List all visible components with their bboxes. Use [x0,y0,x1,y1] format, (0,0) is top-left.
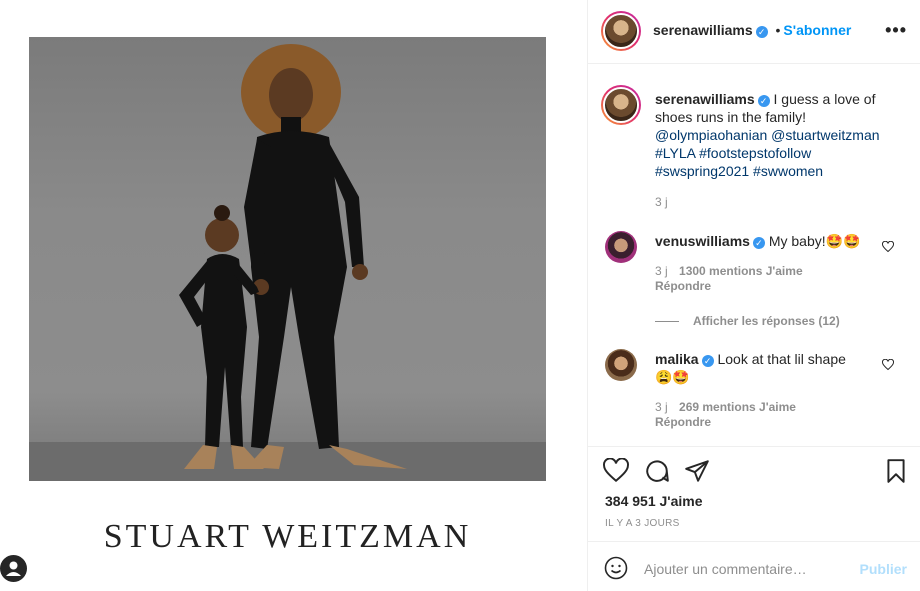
comment-meta: 3 j 1300 mentions J'aime Répondre [655,264,803,294]
post-caption: serenawilliams ✓ I guess a love of shoes … [655,90,905,180]
avatar-image [603,13,639,49]
save-bookmark-icon[interactable] [883,458,909,484]
like-comment-heart-icon[interactable] [882,241,894,253]
emoji-smiley-icon[interactable] [604,556,628,580]
posted-time[interactable]: IL Y A 3 JOURS [605,518,680,529]
caption-time[interactable]: 3 j [655,195,668,210]
publish-button[interactable]: Publier [860,561,907,577]
comment-malika: malika ✓ Look at that lil shape 😩🤩 [655,350,885,386]
author-avatar[interactable] [601,11,641,51]
more-options-icon[interactable]: ••• [885,20,907,41]
caption-author-avatar[interactable] [601,85,641,125]
follow-button[interactable]: S'abonner [783,22,851,38]
reply-button[interactable]: Répondre [655,279,711,293]
comment-text: My baby!🤩🤩 [768,233,861,249]
avatar-image [603,87,639,123]
header-user-line: serenawilliams ✓ • S'abonner [653,22,851,38]
commenter-avatar[interactable] [605,231,637,263]
comment-username[interactable]: venuswilliams [655,233,750,249]
comment-username[interactable]: malika [655,351,699,367]
post-actions: 384 951 J'aime IL Y A 3 JOURS [588,446,920,541]
comment-likes[interactable]: 1300 mentions J'aime [679,264,803,278]
share-direct-icon[interactable] [684,458,710,484]
commenter-avatar[interactable] [605,349,637,381]
add-comment-bar: Ajouter un commentaire… Publier [588,541,920,591]
verified-badge-icon: ✓ [701,355,714,367]
photo-illustration [29,44,546,481]
post-sidebar: serenawilliams ✓ • S'abonner ••• serenawil… [587,0,920,591]
comment-emoji: 😩🤩 [655,369,690,385]
comment-meta: 3 j 269 mentions J'aime Répondre [655,400,796,430]
comments-scroll-area[interactable]: serenawilliams ✓ I guess a love of shoes … [588,65,920,445]
post-media[interactable]: STUART WEITZMAN [0,0,587,591]
brand-logo-text: STUART WEITZMAN [103,518,472,555]
hashtags-line-2[interactable]: #swspring2021 #swwomen [655,163,823,179]
comment-venuswilliams: venuswilliams ✓ My baby!🤩🤩 [655,232,885,250]
comment-likes[interactable]: 269 mentions J'aime [679,400,796,414]
verified-badge-icon: ✓ [757,95,770,107]
hashtags-line-1[interactable]: #LYLA #footstepstofollow [655,145,811,161]
user-tag-button[interactable] [0,555,27,582]
verified-badge-icon: ✓ [752,237,765,249]
person-icon [6,561,21,576]
post-photo[interactable] [29,37,546,481]
post-header: serenawilliams ✓ • S'abonner ••• [588,0,920,64]
verified-badge-icon: ✓ [755,26,768,38]
comment-text: Look at that lil shape [717,351,846,367]
author-username[interactable]: serenawilliams [653,22,753,38]
mention-olympiaohanian[interactable]: @olympiaohanian [655,127,767,143]
view-replies-button[interactable]: Afficher les réponses (12) [655,314,840,328]
view-replies-label: Afficher les réponses (12) [693,314,840,328]
mention-stuartweitzman[interactable]: @stuartweitzman [771,127,879,143]
comment-time[interactable]: 3 j [655,400,668,414]
like-heart-icon[interactable] [603,458,629,484]
comment-time[interactable]: 3 j [655,264,668,278]
likes-count[interactable]: 384 951 J'aime [605,493,703,509]
reply-button[interactable]: Répondre [655,415,711,429]
caption-username[interactable]: serenawilliams [655,91,755,107]
comment-bubble-icon[interactable] [644,458,670,484]
like-comment-heart-icon[interactable] [882,359,894,371]
header-separator: • [775,22,781,38]
replies-dash [655,321,679,323]
comment-input[interactable]: Ajouter un commentaire… [644,561,807,577]
